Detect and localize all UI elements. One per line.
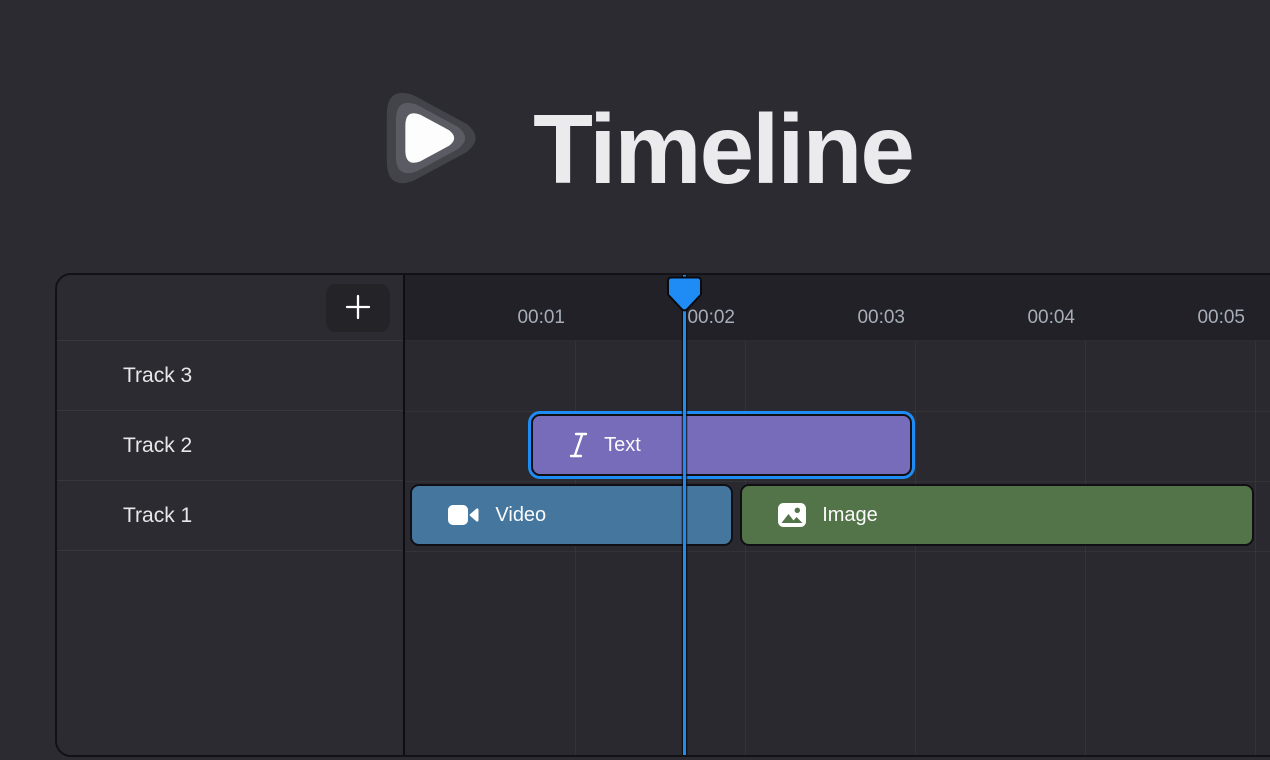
track-list-header xyxy=(57,275,403,341)
timeline-panel: Track 3Track 2Track 1 00:0100:0200:0300:… xyxy=(55,273,1270,757)
clip-label: Video xyxy=(495,504,546,527)
track-label: Track 2 xyxy=(123,434,192,458)
app-title: Timeline xyxy=(533,100,913,198)
page: { "app": { "title": "Timeline" }, "logo"… xyxy=(0,0,1270,760)
add-track-button[interactable] xyxy=(326,284,390,332)
ruler-tick-label: 00:03 xyxy=(835,275,905,341)
video-camera-icon xyxy=(448,504,479,526)
track-list: Track 3 Track 2 Track 1 xyxy=(57,275,405,755)
ruler-tick-label: 00:05 xyxy=(1175,275,1245,341)
row-divider xyxy=(405,411,1270,412)
clip-label: Text xyxy=(604,434,641,457)
clip-text[interactable]: Text xyxy=(531,414,912,476)
row-divider xyxy=(405,481,1270,482)
playhead-handle[interactable] xyxy=(667,275,702,312)
gridline-second-5 xyxy=(1255,275,1256,755)
text-italic-icon xyxy=(569,432,588,458)
track-label: Track 1 xyxy=(123,504,192,528)
clip-image[interactable]: Image xyxy=(740,484,1253,546)
ruler-tick-label: 00:04 xyxy=(1005,275,1075,341)
plus-icon xyxy=(343,292,373,325)
clip-label: Image xyxy=(822,504,878,527)
timeline-grid: 00:0100:0200:0300:0400:05 Text Video Ima… xyxy=(405,275,1270,755)
track-label-row-track-1: Track 1 xyxy=(57,481,403,551)
playhead-line[interactable] xyxy=(683,275,686,755)
track-label-row-track-2: Track 2 xyxy=(57,411,403,481)
track-label-row-track-3: Track 3 xyxy=(57,341,403,411)
play-logo-icon xyxy=(357,64,499,217)
track-label: Track 3 xyxy=(123,364,192,388)
ruler-tick-label: 00:01 xyxy=(495,275,565,341)
image-photo-icon xyxy=(778,503,806,527)
playhead-marker-icon xyxy=(667,275,702,312)
row-divider xyxy=(405,551,1270,552)
app-logo: Timeline xyxy=(0,64,1270,217)
